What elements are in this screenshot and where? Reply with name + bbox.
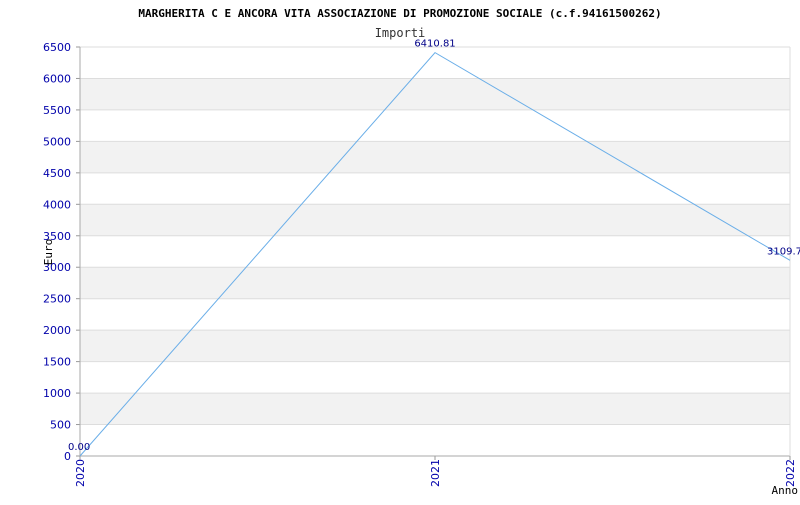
y-tick-label: 500	[50, 419, 71, 432]
grid-band	[80, 204, 790, 236]
grid-band	[80, 393, 790, 425]
y-tick-label: 4000	[43, 198, 71, 211]
grid-bands	[80, 78, 790, 425]
y-tick-label: 1500	[43, 356, 71, 369]
data-label: 3109.7	[767, 246, 800, 257]
x-tick-label: 2021	[429, 459, 442, 487]
grid-band	[80, 141, 790, 173]
y-tick-label: 2000	[43, 324, 71, 337]
chart-container: 0 500 1000 1500 2000 2500 3000 3500 4000 4500 5000…	[0, 0, 800, 500]
line-chart: 0500100015002000250030003500400045005000…	[42, 7, 800, 497]
x-tick-labels: 2020 2021 2022	[74, 456, 797, 487]
y-tick-label: 4500	[43, 167, 71, 180]
y-tick-label: 1000	[43, 387, 71, 400]
y-tick-label: 5000	[43, 135, 71, 148]
y-tick-label: 6500	[43, 41, 71, 54]
grid-band	[80, 78, 790, 110]
x-tick-label: 2022	[784, 459, 797, 487]
y-axis-label: Euro	[42, 239, 55, 266]
x-axis-label: Anno	[772, 484, 799, 497]
x-tick-label: 2020	[74, 459, 87, 487]
data-label: 0.00	[68, 442, 90, 453]
chart-subtitle: Importi	[375, 26, 426, 40]
data-label: 6410.81	[414, 39, 455, 50]
y-tick-label: 2500	[43, 293, 71, 306]
y-tick-label: 6000	[43, 72, 71, 85]
chart-title: MARGHERITA C E ANCORA VITA ASSOCIAZIONE …	[138, 7, 661, 20]
y-tick-label: 5500	[43, 104, 71, 117]
grid-band	[80, 267, 790, 299]
